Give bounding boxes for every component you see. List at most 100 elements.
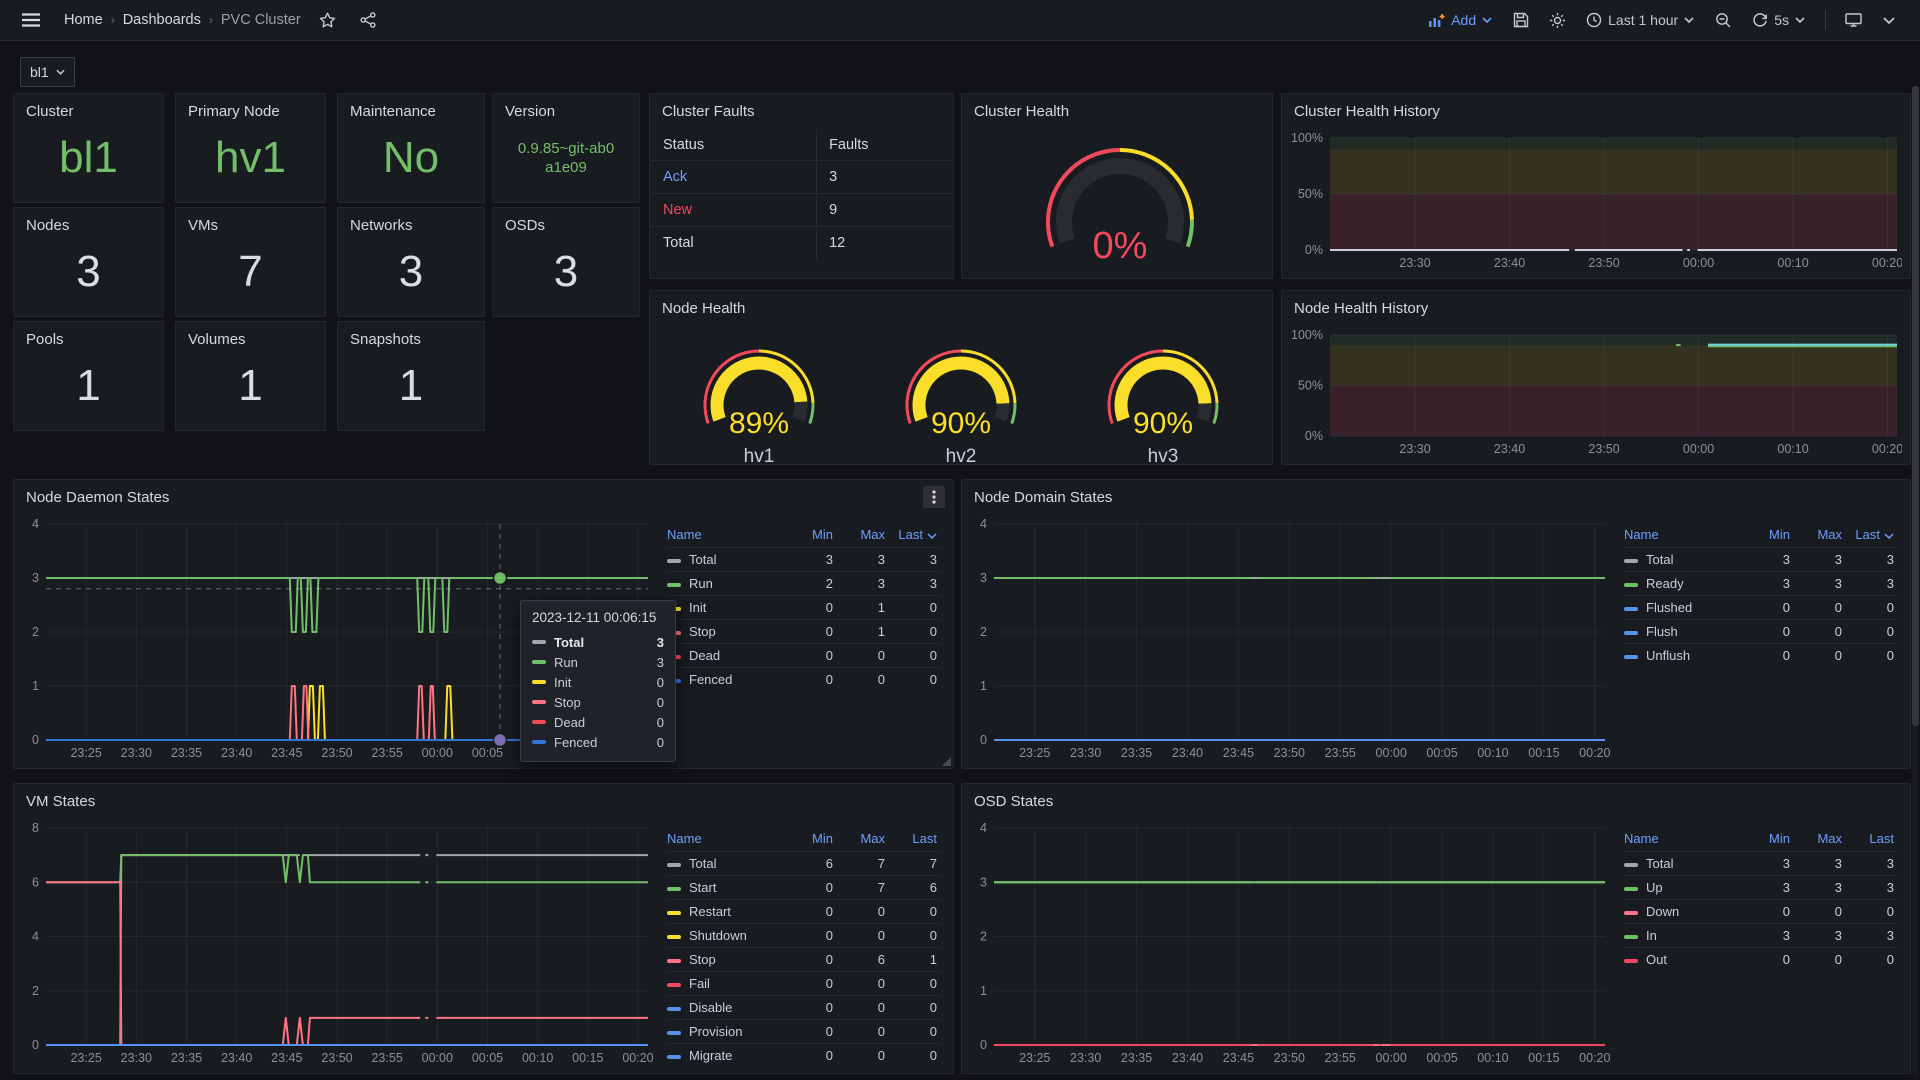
legend-series-name[interactable]: Fail <box>667 972 785 996</box>
panel-title[interactable]: Pools <box>14 322 163 350</box>
legend-header-min[interactable]: Min <box>785 524 837 548</box>
panel-title[interactable]: Nodes <box>14 208 163 236</box>
panel-title[interactable]: Version <box>493 94 639 122</box>
panel-osd-states: OSD States 0123423:2523:3023:3523:4023:4… <box>961 783 1911 1074</box>
legend-series-name[interactable]: Migrate <box>667 1044 785 1068</box>
legend-series-name[interactable]: Total <box>1624 852 1742 876</box>
panel-title[interactable]: Node Domain States <box>962 480 1910 508</box>
panel-title[interactable]: Maintenance <box>338 94 484 122</box>
legend-series-name[interactable]: Stop <box>667 620 785 644</box>
panel-title[interactable]: Networks <box>338 208 484 236</box>
panel-title[interactable]: VM States <box>14 784 953 812</box>
time-series-chart[interactable]: 0%50%100%23:3023:4023:5000:0000:1000:20 <box>1290 325 1902 458</box>
add-panel-button[interactable]: Add <box>1422 8 1498 32</box>
legend-header-name[interactable]: Name <box>667 524 785 548</box>
panel-title[interactable]: Node Daemon States <box>14 480 953 508</box>
kiosk-monitor-icon[interactable] <box>1840 7 1866 33</box>
legend-header-max[interactable]: Max <box>837 524 889 548</box>
legend-value: 0 <box>1846 620 1898 644</box>
panel-title[interactable]: Node Health <box>650 291 1272 319</box>
dashboard-settings-gear-icon[interactable] <box>1544 7 1570 33</box>
panel-title[interactable]: Volumes <box>176 322 325 350</box>
legend-series-name[interactable]: Total <box>667 852 785 876</box>
panel-title[interactable]: VMs <box>176 208 325 236</box>
legend-series-name[interactable]: Total <box>1624 548 1742 572</box>
legend-series-name[interactable]: Unflush <box>1624 644 1742 668</box>
legend-header-name[interactable]: Name <box>1624 524 1742 548</box>
time-series-chart[interactable]: 0123423:2523:3023:3523:4023:4523:5023:55… <box>970 514 1610 762</box>
panel-title[interactable]: Snapshots <box>338 322 484 350</box>
faults-column-faults[interactable]: Faults <box>817 130 952 161</box>
legend-series-name[interactable]: Total <box>667 548 785 572</box>
legend-value: 0 <box>785 596 837 620</box>
favorite-star-icon[interactable] <box>315 7 341 33</box>
legend-header-max[interactable]: Max <box>1794 828 1846 852</box>
breadcrumb-dashboards[interactable]: Dashboards <box>123 12 201 28</box>
panel-title[interactable]: Cluster Health History <box>1282 94 1910 122</box>
legend-header-max[interactable]: Max <box>1794 524 1846 548</box>
scrollbar-thumb[interactable] <box>1912 86 1919 726</box>
time-series-chart[interactable]: 0123423:2523:3023:3523:4023:4523:5023:55… <box>970 818 1610 1067</box>
time-series-chart[interactable]: 0%50%100%23:3023:4023:5000:0000:1000:20 <box>1290 128 1902 272</box>
panel-title[interactable]: Primary Node <box>176 94 325 122</box>
legend-value: 0 <box>785 996 837 1020</box>
legend-series-name[interactable]: Flush <box>1624 620 1742 644</box>
legend-header-last[interactable]: Last <box>1846 828 1898 852</box>
legend-series-name[interactable]: Restart <box>667 900 785 924</box>
legend-series-name[interactable]: Down <box>1624 900 1742 924</box>
legend-value: 2 <box>785 572 837 596</box>
legend-series-name[interactable]: Start <box>667 876 785 900</box>
breadcrumb-home[interactable]: Home <box>64 12 103 28</box>
legend-header-last[interactable]: Last <box>889 828 941 852</box>
legend-header-min[interactable]: Min <box>1742 524 1794 548</box>
legend-series-name[interactable]: Shutdown <box>667 924 785 948</box>
legend-series-name[interactable]: Ready <box>1624 572 1742 596</box>
legend-header-max[interactable]: Max <box>837 828 889 852</box>
breadcrumb-current-page[interactable]: PVC Cluster <box>221 12 301 28</box>
panel-title[interactable]: Cluster Faults <box>650 94 953 122</box>
variable-dropdown-cluster[interactable]: bl1 <box>20 57 75 87</box>
legend-series-name[interactable]: In <box>1624 924 1742 948</box>
legend-series-name[interactable]: Dead <box>667 644 785 668</box>
panel-resize-handle[interactable] <box>942 757 951 766</box>
tooltip-series-row: Fenced0 <box>532 732 664 752</box>
panel-menu-kebab-icon[interactable] <box>923 486 945 508</box>
panel-title[interactable]: OSDs <box>493 208 639 236</box>
y-axis-tick-label: 100% <box>1291 328 1323 342</box>
time-range-picker[interactable]: Last 1 hour <box>1580 8 1700 32</box>
zoom-out-time-icon[interactable] <box>1710 7 1736 33</box>
stat-panel-nodes: Nodes 3 <box>13 207 164 317</box>
save-dashboard-icon[interactable] <box>1508 7 1534 33</box>
legend-header-min[interactable]: Min <box>785 828 837 852</box>
legend-header-name[interactable]: Name <box>1624 828 1742 852</box>
share-icon[interactable] <box>355 7 381 33</box>
legend-header-min[interactable]: Min <box>1742 828 1794 852</box>
time-series-chart[interactable]: 0246823:2523:3023:3523:4023:4523:5023:55… <box>22 818 653 1067</box>
panel-title[interactable]: OSD States <box>962 784 1910 812</box>
legend-series-name[interactable]: Init <box>667 596 785 620</box>
panel-title[interactable]: Cluster <box>14 94 163 122</box>
fault-count: 12 <box>817 227 952 260</box>
divider <box>1825 10 1826 30</box>
legend-header-last[interactable]: Last <box>889 524 941 548</box>
legend-series-name[interactable]: Provision <box>667 1020 785 1044</box>
navbar-more-chevron-icon[interactable] <box>1876 7 1902 33</box>
legend-header-name[interactable]: Name <box>667 828 785 852</box>
sort-caret-icon <box>1884 527 1894 542</box>
legend-series-name[interactable]: Up <box>1624 876 1742 900</box>
faults-column-status[interactable]: Status <box>651 130 817 161</box>
menu-toggle-icon[interactable] <box>18 7 44 33</box>
legend-series-name[interactable]: Fenced <box>667 668 785 692</box>
gauge-value-text: 0% <box>1093 225 1148 267</box>
legend-series-name[interactable]: Out <box>1624 948 1742 972</box>
legend-series-name[interactable]: Flushed <box>1624 596 1742 620</box>
legend-header-last[interactable]: Last <box>1846 524 1898 548</box>
legend-series-name[interactable]: Disable <box>667 996 785 1020</box>
legend-series-name[interactable]: Run <box>667 572 785 596</box>
legend-series-name[interactable]: Stop <box>667 948 785 972</box>
refresh-picker[interactable]: 5s <box>1746 8 1811 32</box>
panel-title[interactable]: Cluster Health <box>962 94 1272 122</box>
panel-title[interactable]: Node Health History <box>1282 291 1910 319</box>
legend-value: 3 <box>1794 572 1846 596</box>
legend-value: 3 <box>889 548 941 572</box>
